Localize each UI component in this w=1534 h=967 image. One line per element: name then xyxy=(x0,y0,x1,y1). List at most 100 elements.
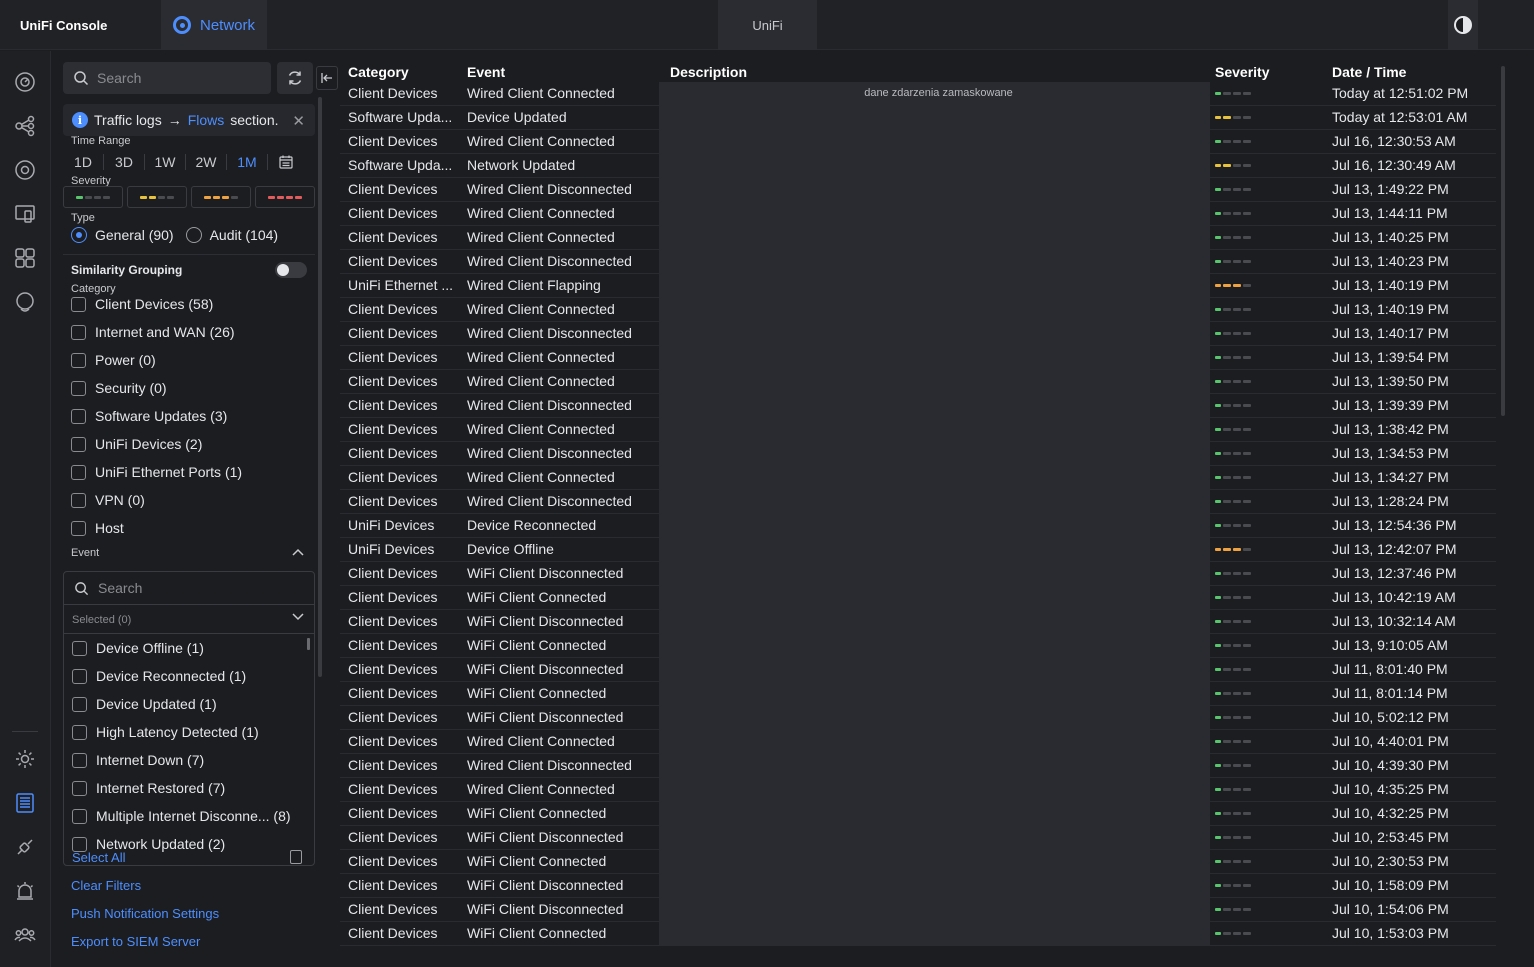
event-checkbox-item[interactable]: Device Reconnected (1) xyxy=(72,666,246,686)
export-siem-link[interactable]: Export to SIEM Server xyxy=(71,934,200,949)
checkbox[interactable] xyxy=(71,296,86,312)
time-range-2w[interactable]: 2W xyxy=(186,154,227,170)
console-title[interactable]: UniFi Console xyxy=(0,0,160,50)
table-row[interactable]: Client Devices WiFi Client Disconnected Ju… xyxy=(340,562,1496,586)
checkbox[interactable] xyxy=(71,464,86,480)
severity-filter-2[interactable] xyxy=(127,186,187,208)
time-range-1m[interactable]: 1M xyxy=(227,154,268,170)
table-row[interactable]: Client Devices WiFi Client Connected Jul 1… xyxy=(340,634,1496,658)
table-row[interactable]: Client Devices WiFi Client Disconnected Ju… xyxy=(340,706,1496,730)
clear-filters-link[interactable]: Clear Filters xyxy=(71,878,141,893)
topology-icon[interactable] xyxy=(14,115,36,137)
event-checkbox-item[interactable]: Internet Down (7) xyxy=(72,750,204,770)
similarity-grouping-toggle[interactable] xyxy=(275,262,307,278)
table-row[interactable]: Client Devices Wired Client Connected Jul … xyxy=(340,226,1496,250)
tab-network[interactable]: Network xyxy=(161,0,267,50)
table-row[interactable]: Client Devices WiFi Client Connected Jul 1… xyxy=(340,850,1496,874)
checkbox[interactable] xyxy=(71,408,86,424)
table-row[interactable]: Client Devices Wired Client Connected Jul … xyxy=(340,370,1496,394)
table-row[interactable]: Client Devices Wired Client Disconnected J… xyxy=(340,490,1496,514)
checkbox[interactable] xyxy=(71,520,86,536)
logs-icon[interactable] xyxy=(14,792,36,814)
checkbox[interactable] xyxy=(72,696,87,712)
table-row[interactable]: Software Upda... Device Updated Today at 1… xyxy=(340,106,1496,130)
category-checkbox-item[interactable]: Software Updates (3) xyxy=(71,406,227,426)
event-checkbox-item[interactable]: Internet Restored (7) xyxy=(72,778,225,798)
alarms-icon[interactable] xyxy=(14,880,36,902)
table-scrollbar[interactable] xyxy=(1501,66,1505,416)
severity-filter-4[interactable] xyxy=(255,186,315,208)
table-row[interactable]: Client Devices Wired Client Disconnected J… xyxy=(340,442,1496,466)
search-input[interactable]: Search xyxy=(63,62,271,94)
settings-icon[interactable] xyxy=(14,748,36,770)
time-range-1d[interactable]: 1D xyxy=(63,154,104,170)
checkbox[interactable] xyxy=(71,492,86,508)
admins-icon[interactable] xyxy=(14,924,36,946)
table-row[interactable]: Client Devices WiFi Client Disconnected Ju… xyxy=(340,610,1496,634)
unifi-center-label[interactable]: UniFi xyxy=(718,0,817,50)
table-row[interactable]: Client Devices Wired Client Connected Jul … xyxy=(340,298,1496,322)
checkbox[interactable] xyxy=(71,380,86,396)
table-row[interactable]: Client Devices WiFi Client Disconnected Ju… xyxy=(340,898,1496,922)
table-row[interactable]: Client Devices WiFi Client Connected Jul 1… xyxy=(340,682,1496,706)
panel-scrollbar[interactable] xyxy=(318,97,322,677)
event-checkbox-item[interactable]: Multiple Internet Disconne... (8) xyxy=(72,806,291,826)
category-checkbox-item[interactable]: VPN (0) xyxy=(71,490,145,510)
header-datetime[interactable]: Date / Time xyxy=(1330,60,1496,82)
checkbox[interactable] xyxy=(72,668,87,684)
category-checkbox-item[interactable]: Client Devices (58) xyxy=(71,294,213,314)
table-row[interactable]: Client Devices Wired Client Connected Jul … xyxy=(340,202,1496,226)
table-row[interactable]: Client Devices Wired Client Connected Jul … xyxy=(340,730,1496,754)
close-icon[interactable]: ✕ xyxy=(292,112,305,130)
severity-filter-3[interactable] xyxy=(191,186,251,208)
checkbox[interactable] xyxy=(72,808,87,824)
save-filter-icon[interactable] xyxy=(290,850,302,864)
theme-toggle-button[interactable] xyxy=(1448,0,1478,50)
table-row[interactable]: Client Devices Wired Client Connected Jul … xyxy=(340,778,1496,802)
devices-icon[interactable] xyxy=(14,159,36,181)
table-row[interactable]: Client Devices Wired Client Connected Jul … xyxy=(340,130,1496,154)
type-radio-0[interactable] xyxy=(71,227,87,243)
checkbox[interactable] xyxy=(72,780,87,796)
custom-date-button[interactable] xyxy=(268,155,303,169)
checkbox[interactable] xyxy=(71,324,86,340)
checkbox[interactable] xyxy=(72,640,87,656)
integrations-icon[interactable] xyxy=(14,836,36,858)
category-checkbox-item[interactable]: Power (0) xyxy=(71,350,156,370)
table-row[interactable]: Software Upda... Network Updated Jul 16, 1… xyxy=(340,154,1496,178)
header-description[interactable]: Description xyxy=(658,60,1211,82)
checkbox[interactable] xyxy=(71,436,86,452)
clients-icon[interactable] xyxy=(14,203,36,225)
table-row[interactable]: UniFi Devices Device Reconnected Jul 13, 1… xyxy=(340,514,1496,538)
header-category[interactable]: Category xyxy=(340,60,459,82)
header-severity[interactable]: Severity xyxy=(1211,60,1330,82)
refresh-button[interactable] xyxy=(277,62,313,94)
table-row[interactable]: Client Devices WiFi Client Connected Jul 1… xyxy=(340,802,1496,826)
table-row[interactable]: Client Devices Wired Client Disconnected J… xyxy=(340,250,1496,274)
header-event[interactable]: Event xyxy=(459,60,658,82)
table-row[interactable]: Client Devices Wired Client Disconnected J… xyxy=(340,754,1496,778)
table-row[interactable]: Client Devices Wired Client Connected dane… xyxy=(340,82,1496,106)
table-row[interactable]: Client Devices Wired Client Connected Jul … xyxy=(340,418,1496,442)
table-row[interactable]: Client Devices Wired Client Connected Jul … xyxy=(340,346,1496,370)
dashboard-icon[interactable] xyxy=(14,71,36,93)
time-range-3d[interactable]: 3D xyxy=(104,154,145,170)
table-row[interactable]: Client Devices Wired Client Disconnected J… xyxy=(340,322,1496,346)
table-row[interactable]: Client Devices Wired Client Disconnected J… xyxy=(340,394,1496,418)
table-row[interactable]: UniFi Ethernet ... Wired Client Flapping J… xyxy=(340,274,1496,298)
event-checkbox-item[interactable]: Device Updated (1) xyxy=(72,694,217,714)
event-list-scrollbar[interactable] xyxy=(307,638,310,650)
table-row[interactable]: Client Devices WiFi Client Connected Jul 1… xyxy=(340,922,1496,946)
table-row[interactable]: Client Devices WiFi Client Disconnected Ju… xyxy=(340,658,1496,682)
table-row[interactable]: Client Devices Wired Client Disconnected J… xyxy=(340,178,1496,202)
apps-icon[interactable] xyxy=(14,247,36,269)
time-range-1w[interactable]: 1W xyxy=(145,154,186,170)
event-checkbox-item[interactable]: High Latency Detected (1) xyxy=(72,722,259,742)
select-all-link[interactable]: Select All xyxy=(72,850,125,865)
collapse-panel-button[interactable] xyxy=(316,66,338,90)
insights-icon[interactable] xyxy=(14,291,36,313)
type-radio-1[interactable] xyxy=(185,227,202,243)
table-row[interactable]: Client Devices WiFi Client Connected Jul 1… xyxy=(340,586,1496,610)
event-search-input[interactable]: Search xyxy=(64,572,314,605)
table-row[interactable]: Client Devices WiFi Client Disconnected Ju… xyxy=(340,826,1496,850)
